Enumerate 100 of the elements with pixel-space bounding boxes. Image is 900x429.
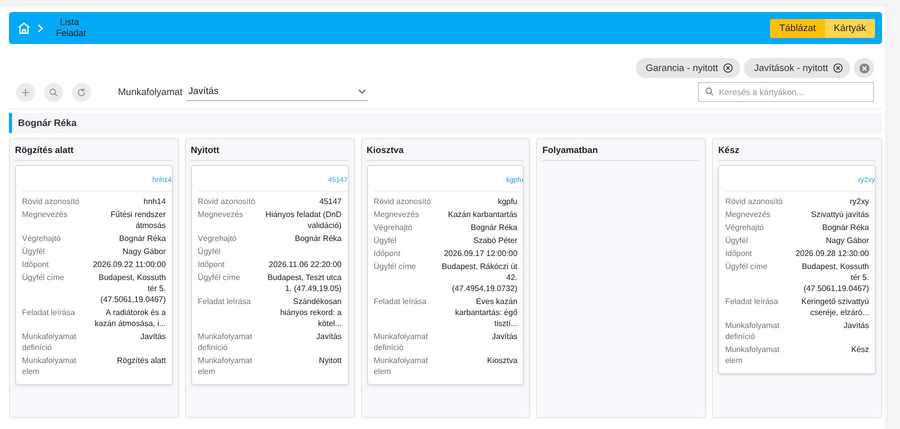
field-label: Feladat leírása xyxy=(22,307,76,319)
field-value: Bognár Réka xyxy=(119,233,166,244)
field-label: Végrehajtó xyxy=(374,222,414,233)
column-title: Kész xyxy=(718,143,876,161)
field-value: Bognár Réka xyxy=(822,222,869,233)
field-value: Budapest, Kossuth tér 5. (47.5061,19.0467) xyxy=(98,272,166,305)
field-value: kgpfu xyxy=(498,196,518,207)
field-label: Megnevezés xyxy=(198,209,244,221)
column-title: Folyamatban xyxy=(542,143,700,161)
field-label: Munkafolyamat elem xyxy=(374,355,429,377)
field-value: Szándékosan hiányos rekord: a kötel... xyxy=(279,296,342,329)
field-value: 2026.09.28 12:30:00 xyxy=(796,248,869,259)
field-value: Javítás xyxy=(492,331,518,343)
refresh-icon xyxy=(77,88,86,96)
field-value: A radiátorok és a kazán átmosása, i... xyxy=(94,307,166,329)
breadcrumb-item[interactable]: Lista xyxy=(60,17,86,28)
clear-filters-button[interactable] xyxy=(854,58,874,78)
field-label: Ügyfél címe xyxy=(198,272,242,284)
field-label: Időpont xyxy=(198,259,226,270)
field-label: Végrehajtó xyxy=(198,233,238,244)
field-label: Feladat leírása xyxy=(725,296,780,308)
field-value: 2026.11.06 22:20:00 xyxy=(268,259,342,270)
field-label: Ügyfél címe xyxy=(725,261,768,273)
field-label: Időpont xyxy=(22,259,50,270)
field-label: Időpont xyxy=(374,248,402,259)
field-value: ry2xy xyxy=(850,196,869,207)
field-label: Munkafolyamat definíció xyxy=(198,331,254,353)
home-icon[interactable] xyxy=(17,21,31,35)
field-label: Ügyfél xyxy=(22,246,46,257)
field-label: Munkafolyamat definíció xyxy=(374,331,429,353)
field-value: 2026.09.17 12:00:00 xyxy=(444,248,518,259)
refresh-button[interactable] xyxy=(72,82,91,102)
task-card[interactable] xyxy=(718,165,876,374)
field-label: Rövid azonosító xyxy=(198,196,256,207)
close-icon[interactable] xyxy=(833,63,843,73)
field-value: Fűtési rendszer átmosás xyxy=(110,209,166,231)
chevron-icon xyxy=(37,24,44,32)
workflow-select[interactable]: Javítás xyxy=(186,84,368,100)
field-label: Ügyfél címe xyxy=(374,261,417,273)
field-value: Nagy Gábor xyxy=(826,235,869,246)
task-card[interactable] xyxy=(190,165,349,385)
field-value: Éves kazán karbantartás: égő tisztí... xyxy=(454,296,518,329)
column-title: Nyitott xyxy=(190,143,349,161)
field-value: Budapest, Rákóczi út 42. (47.4954,19.0732) xyxy=(440,261,518,294)
field-label: Munkafolyamat definíció xyxy=(725,320,780,342)
view-toggle-button[interactable]: Kártyák xyxy=(824,18,875,38)
field-value: Keringető szivattyú cseréje, elzáró... xyxy=(800,296,869,318)
column-title: Kiosztva xyxy=(366,143,524,161)
plus-icon xyxy=(21,88,30,96)
add-button[interactable] xyxy=(16,82,35,102)
field-label: Ügyfél xyxy=(374,235,398,246)
field-label: Ügyfél címe xyxy=(22,272,66,284)
field-label: Időpont xyxy=(725,248,753,259)
field-label: Munkafolyamat elem xyxy=(198,355,254,377)
field-value: Szabó Péter xyxy=(473,235,518,246)
task-card[interactable] xyxy=(366,165,524,385)
field-label: Munkafolyamat definíció xyxy=(22,331,78,353)
field-value: Budapest, Teszt utca 1. (47.49,19.05) xyxy=(266,272,342,294)
field-value: Budapest, Kossuth tér 5. (47.5061,19.0467) xyxy=(800,261,869,294)
field-label: Végrehajtó xyxy=(725,222,765,233)
field-value: 45147 xyxy=(319,196,342,207)
search-field[interactable]: Keresés a kártyákon... xyxy=(698,82,874,102)
field-label: Ügyfél xyxy=(725,235,749,246)
field-value: hnh14 xyxy=(144,196,166,207)
field-label: Rövid azonosító xyxy=(374,196,432,207)
field-value: Bognár Réka xyxy=(294,233,342,244)
chevron-down-icon xyxy=(358,89,366,94)
field-label: Feladat leírása xyxy=(198,296,252,308)
field-value: Kazán karbantartás xyxy=(448,209,518,220)
field-label: Feladat leírása xyxy=(374,296,428,308)
field-label: Megnevezés xyxy=(725,209,772,220)
filter-chip[interactable]: Javítások - nyitott xyxy=(744,58,850,78)
field-value: Szivattyú javítás xyxy=(811,209,869,220)
breadcrumb-item[interactable]: Feladat xyxy=(56,28,86,39)
field-value: Javítás xyxy=(140,331,166,343)
field-label: Megnevezés xyxy=(374,209,420,220)
field-label: Munkafolyamat elem xyxy=(22,355,78,377)
filter-chip[interactable]: Garancia - nyitott xyxy=(636,58,740,78)
field-value: Javítás xyxy=(316,331,342,343)
field-value: Javítás xyxy=(844,320,869,332)
field-label: Rövid azonosító xyxy=(22,196,80,207)
field-label: Végrehajtó xyxy=(22,233,62,244)
close-icon[interactable] xyxy=(723,63,734,73)
field-value: Kiosztva xyxy=(487,355,518,367)
close-icon xyxy=(858,62,870,74)
group-title: Bognár Réka xyxy=(18,118,77,128)
field-value: Kész xyxy=(851,344,869,356)
field-label: Ügyfél xyxy=(198,246,222,257)
workflow-label: Munkafolyamat xyxy=(118,86,182,98)
field-label: Munkafolyamat elem xyxy=(725,344,780,366)
field-value: Hiányos feladat (DnD validáció) xyxy=(264,209,342,231)
field-value: Bognár Réka xyxy=(470,222,518,233)
field-label: Megnevezés xyxy=(22,209,68,221)
field-value: Nagy Gábor xyxy=(122,246,166,257)
task-card[interactable] xyxy=(15,165,173,385)
field-label: Rövid azonosító xyxy=(725,196,784,207)
field-value: 2026.09.22 11:00:00 xyxy=(92,259,166,270)
field-value: Nyitott xyxy=(318,355,342,367)
search-button[interactable] xyxy=(44,82,63,102)
view-toggle-button[interactable]: Táblázat xyxy=(770,18,825,38)
